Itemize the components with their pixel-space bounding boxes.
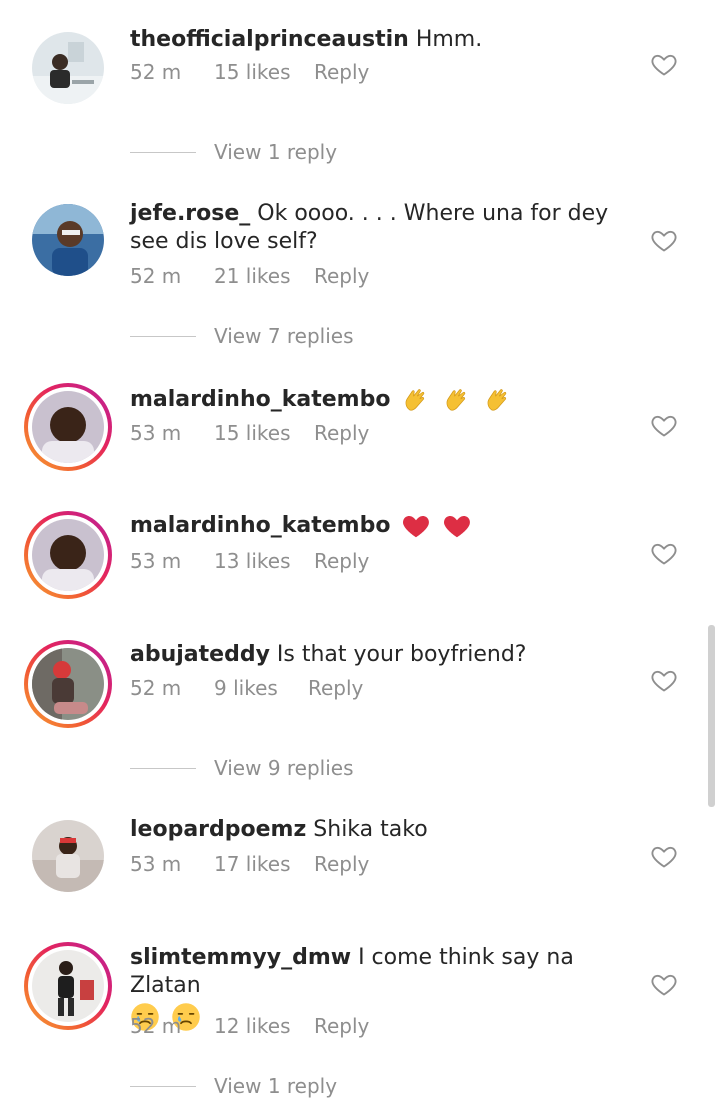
avatar[interactable]: [32, 204, 104, 276]
comment-username[interactable]: jefe.rose_: [130, 201, 250, 226]
comment-time: 53 m: [130, 549, 182, 573]
emoji-row: [397, 511, 472, 541]
comment-username[interactable]: malardinho_katembo: [130, 387, 390, 412]
comment-username[interactable]: leopardpoemz: [130, 817, 306, 842]
avatar: [32, 648, 104, 720]
comment-body: Shika tako: [313, 817, 428, 842]
scrollbar[interactable]: [708, 625, 715, 807]
emoji-row: [126, 1002, 630, 1032]
clapping-hands-emoji: [406, 389, 425, 411]
heart-outline-icon[interactable]: [650, 226, 678, 254]
heart-outline-icon[interactable]: [650, 970, 678, 998]
avatar-story-ring[interactable]: [24, 511, 112, 599]
red-heart-emoji: [403, 516, 430, 538]
comment-time: 52 m: [130, 60, 182, 84]
comment-text: malardinho_katembo: [130, 511, 630, 541]
avatar-story-ring[interactable]: [24, 383, 112, 471]
comment-text: abujateddy Is that your boyfriend?: [130, 641, 630, 669]
comment-time: 52 m: [130, 264, 182, 288]
reply-button[interactable]: Reply: [308, 674, 363, 702]
divider-line: [130, 768, 196, 769]
divider-line: [130, 336, 196, 337]
comment-time: 53 m: [130, 421, 182, 445]
reply-button[interactable]: Reply: [314, 419, 369, 447]
avatar: [32, 950, 104, 1022]
avatar-story-ring[interactable]: [24, 640, 112, 728]
reply-button[interactable]: Reply: [314, 850, 369, 878]
comment-text: jefe.rose_ Ok oooo. . . . Where una for …: [130, 200, 630, 256]
view-replies-label: View 7 replies: [214, 324, 354, 348]
view-replies-label: View 1 reply: [214, 140, 338, 164]
reply-button[interactable]: Reply: [314, 262, 369, 290]
comment-likes[interactable]: 12 likes: [214, 1012, 291, 1040]
comment-username[interactable]: abujateddy: [130, 642, 270, 667]
red-heart-emoji: [444, 516, 471, 538]
heart-outline-icon[interactable]: [650, 539, 678, 567]
comment-username[interactable]: theofficialprinceaustin: [130, 27, 409, 52]
comment-likes[interactable]: 15 likes: [214, 419, 291, 447]
reply-button[interactable]: Reply: [314, 547, 369, 575]
comment-username[interactable]: slimtemmyy_dmw: [130, 945, 351, 970]
reply-button[interactable]: Reply: [314, 58, 369, 86]
avatar[interactable]: [32, 820, 104, 892]
heart-outline-icon[interactable]: [650, 411, 678, 439]
comment-text: slimtemmyy_dmw I come think say na Zlata…: [130, 944, 630, 1032]
avatar[interactable]: [32, 32, 104, 104]
divider-line: [130, 1086, 196, 1087]
view-replies-label: View 9 replies: [214, 756, 354, 780]
comment-body: Is that your boyfriend?: [276, 642, 527, 667]
comment-username[interactable]: malardinho_katembo: [130, 513, 390, 538]
heart-outline-icon[interactable]: [650, 50, 678, 78]
heart-outline-icon[interactable]: [650, 842, 678, 870]
comment-time: 53 m: [130, 852, 182, 876]
comment-time: 52 m: [130, 1014, 182, 1038]
avatar: [32, 391, 104, 463]
heart-outline-icon[interactable]: [650, 666, 678, 694]
comment-likes[interactable]: 17 likes: [214, 850, 291, 878]
comment-text: theofficialprinceaustin Hmm.: [130, 26, 630, 54]
avatar-story-ring[interactable]: [24, 942, 112, 1030]
reply-button[interactable]: Reply: [314, 1012, 369, 1040]
clapping-hands-emoji: [488, 389, 507, 411]
comment-likes[interactable]: 13 likes: [214, 547, 291, 575]
comment-time: 52 m: [130, 676, 182, 700]
view-replies-label: View 1 reply: [214, 1074, 338, 1098]
comment-text: malardinho_katembo: [130, 385, 630, 415]
avatar: [32, 519, 104, 591]
comment-likes[interactable]: 9 likes: [214, 674, 278, 702]
comment-text: leopardpoemz Shika tako: [130, 816, 630, 844]
emoji-row: [397, 385, 513, 415]
comment-likes[interactable]: 21 likes: [214, 262, 291, 290]
divider-line: [130, 152, 196, 153]
comment-body: Hmm.: [415, 27, 483, 52]
clapping-hands-emoji: [447, 389, 466, 411]
comment-likes[interactable]: 15 likes: [214, 58, 291, 86]
